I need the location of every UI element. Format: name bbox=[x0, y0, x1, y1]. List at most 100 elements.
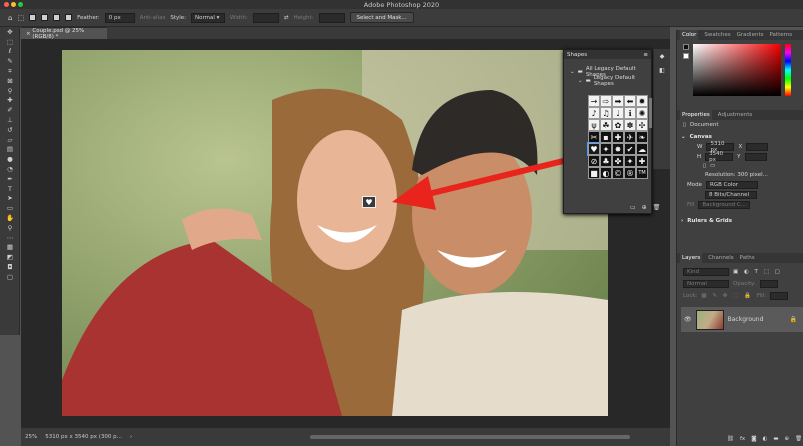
new-selection-icon[interactable] bbox=[29, 14, 37, 21]
shape-thumbnail[interactable]: ψ bbox=[588, 119, 600, 131]
lasso-tool-icon[interactable]: ℓ bbox=[0, 47, 20, 57]
group-icon[interactable]: ▬ bbox=[773, 436, 778, 442]
eye-icon[interactable]: 👁 bbox=[684, 316, 692, 323]
new-layer-icon[interactable]: ⊕ bbox=[785, 436, 790, 442]
mode-select[interactable]: RGB Color bbox=[706, 181, 758, 189]
tab-properties[interactable]: Properties bbox=[680, 110, 712, 120]
path-select-tool-icon[interactable]: ➤ bbox=[0, 194, 20, 204]
shape-thumbnail[interactable]: © bbox=[612, 167, 624, 179]
quick-mask-icon[interactable]: ◘ bbox=[0, 262, 20, 272]
shape-thumbnail[interactable]: ✣ bbox=[636, 119, 648, 131]
horizontal-scrollbar[interactable] bbox=[310, 435, 630, 439]
link-icon[interactable]: ⛓ bbox=[727, 436, 734, 442]
canvas-section-header[interactable]: ⌄ Canvas bbox=[677, 132, 803, 142]
more-tools-icon[interactable]: ⋯ bbox=[0, 233, 20, 243]
new-shape-icon[interactable]: ⊕ bbox=[642, 204, 647, 211]
height-input[interactable] bbox=[318, 12, 345, 23]
shape-thumbnail[interactable]: ✈ bbox=[624, 131, 636, 143]
screen-mode-icon[interactable]: ▢ bbox=[0, 272, 20, 282]
shape-thumbnail[interactable]: ❧ bbox=[636, 131, 648, 143]
shape-thumbnail[interactable]: ⇨ bbox=[600, 95, 612, 107]
rulers-grids-header[interactable]: › Rulers & Grids bbox=[677, 216, 803, 226]
edit-toolbar-icon[interactable]: ▦ bbox=[0, 243, 20, 253]
frame-tool-icon[interactable]: ⊠ bbox=[0, 76, 20, 86]
foreground-color-chip[interactable] bbox=[683, 44, 689, 50]
shape-thumbnail[interactable]: → bbox=[588, 95, 600, 107]
hand-tool-icon[interactable]: ✋ bbox=[0, 213, 20, 223]
home-icon[interactable]: ⌂ bbox=[8, 14, 12, 22]
tab-layers[interactable]: Layers bbox=[680, 253, 703, 263]
panel-menu-icon[interactable]: ≡ bbox=[643, 52, 651, 58]
shapes-panel-header[interactable]: Shapes ≡ bbox=[564, 50, 651, 59]
shape-thumbnail[interactable]: ⊘ bbox=[588, 155, 600, 167]
trash-icon[interactable]: 🗑 bbox=[653, 204, 661, 211]
shape-tool-icon[interactable]: ▭ bbox=[0, 203, 20, 213]
hue-slider[interactable] bbox=[785, 44, 791, 96]
tab-gradients[interactable]: Gradients bbox=[737, 32, 764, 38]
tab-adjustments[interactable]: Adjustments bbox=[718, 112, 752, 118]
tab-color[interactable]: Color bbox=[680, 30, 699, 40]
history-brush-tool-icon[interactable]: ↺ bbox=[0, 125, 20, 135]
shape-thumbnail[interactable]: TM bbox=[636, 167, 648, 179]
delete-layer-icon[interactable]: 🗑 bbox=[795, 436, 802, 442]
style-select[interactable]: Normal ▾ bbox=[191, 12, 226, 23]
shape-thumbnail[interactable]: ☁ bbox=[636, 143, 648, 155]
document-size[interactable]: 5310 px x 3540 px (300 p... bbox=[45, 434, 122, 440]
feather-input[interactable]: 0 px bbox=[104, 12, 135, 23]
layer-kind-filter[interactable]: Kind bbox=[683, 268, 729, 276]
portrait-icon[interactable]: ▯ bbox=[703, 163, 706, 169]
shape-thumbnail[interactable]: ■ bbox=[588, 167, 600, 179]
marquee-icon[interactable]: ⬚ bbox=[17, 14, 24, 22]
shape-thumbnail[interactable]: ✿ bbox=[612, 119, 624, 131]
shape-thumbnail[interactable]: ✦ bbox=[624, 155, 636, 167]
shape-thumbnail[interactable]: ♣ bbox=[600, 155, 612, 167]
layer-fill-input[interactable] bbox=[770, 292, 789, 300]
blend-mode-select[interactable]: Normal bbox=[683, 280, 729, 288]
gradient-tool-icon[interactable]: ▤ bbox=[0, 145, 20, 155]
stamp-tool-icon[interactable]: ⊥ bbox=[0, 115, 20, 125]
move-tool-icon[interactable]: ✥ bbox=[0, 27, 20, 37]
shapes-scrollbar[interactable] bbox=[649, 98, 652, 128]
eraser-tool-icon[interactable]: ▱ bbox=[0, 135, 20, 145]
color-field[interactable] bbox=[693, 44, 781, 96]
fx-icon[interactable]: fx bbox=[740, 436, 745, 442]
shapes-panel-icon[interactable]: ◆ bbox=[654, 49, 670, 63]
canvas-height-input[interactable]: 3540 px bbox=[705, 151, 734, 163]
landscape-icon[interactable]: ▭ bbox=[710, 163, 715, 169]
zoom-window-icon[interactable] bbox=[18, 2, 23, 7]
background-color-chip[interactable] bbox=[683, 53, 689, 59]
type-tool-icon[interactable]: T bbox=[0, 184, 20, 194]
zoom-level[interactable]: 25% bbox=[25, 434, 37, 440]
swap-icon[interactable]: ⇄ bbox=[284, 15, 289, 21]
marquee-tool-icon[interactable]: ⬚ bbox=[0, 37, 20, 47]
filter-icons[interactable]: ▣ ◐ T ⬚ ▢ bbox=[733, 269, 782, 275]
shape-thumbnail[interactable]: ✸ bbox=[612, 143, 624, 155]
fill-select[interactable]: Background C... bbox=[698, 201, 751, 209]
tab-paths[interactable]: Paths bbox=[740, 255, 755, 261]
minimize-window-icon[interactable] bbox=[11, 2, 16, 7]
shape-thumbnail[interactable]: ✽ bbox=[624, 119, 636, 131]
shape-thumbnail[interactable]: ✔ bbox=[624, 143, 636, 155]
tab-patterns[interactable]: Patterns bbox=[769, 32, 792, 38]
canvas-x-input[interactable] bbox=[746, 143, 769, 151]
add-selection-icon[interactable] bbox=[41, 14, 49, 21]
status-chevron-icon[interactable]: › bbox=[130, 434, 132, 440]
zoom-tool-icon[interactable]: ⚲ bbox=[0, 223, 20, 233]
shape-thumbnail[interactable]: ✹ bbox=[636, 95, 648, 107]
select-and-mask-button[interactable]: Select and Mask... bbox=[349, 12, 414, 23]
width-input[interactable] bbox=[252, 12, 279, 23]
shape-thumbnail[interactable]: ☘ bbox=[600, 119, 612, 131]
shape-group-legacy[interactable]: ⌄ ▬ Legacy Default Shapes bbox=[564, 75, 651, 87]
antialias-checkbox[interactable]: Anti-alias bbox=[140, 15, 166, 21]
shape-thumbnail[interactable]: ✦ bbox=[600, 143, 612, 155]
opacity-input[interactable] bbox=[759, 280, 778, 288]
crop-tool-icon[interactable]: ⌗ bbox=[0, 66, 20, 76]
dodge-tool-icon[interactable]: ◔ bbox=[0, 164, 20, 174]
adjustment-icon[interactable]: ◐ bbox=[763, 436, 768, 442]
intersect-selection-icon[interactable] bbox=[65, 14, 73, 21]
shape-thumbnail[interactable]: ✂ bbox=[588, 131, 600, 143]
close-window-icon[interactable] bbox=[4, 2, 9, 7]
shape-thumbnail[interactable]: ♩ bbox=[612, 107, 624, 119]
tab-swatches[interactable]: Swatches bbox=[704, 32, 730, 38]
shape-thumbnail[interactable]: ➡ bbox=[612, 95, 624, 107]
